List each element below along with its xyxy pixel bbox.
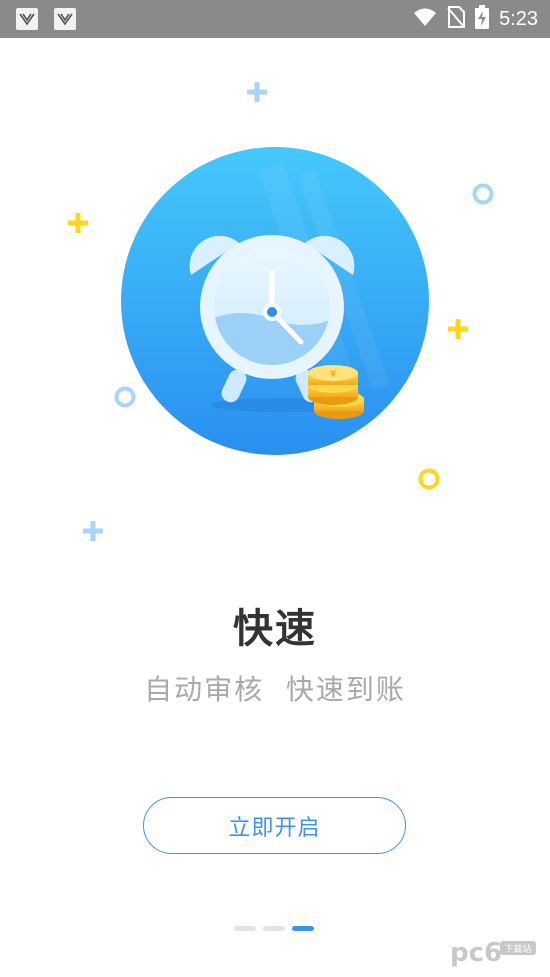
watermark-sub-text: 下载站 xyxy=(504,943,531,955)
plus-decoration-icon xyxy=(247,82,267,102)
clock-time: 5:23 xyxy=(499,7,538,30)
no-sim-icon xyxy=(447,6,466,32)
ring-decoration-icon xyxy=(472,183,494,205)
svg-text:¥: ¥ xyxy=(330,369,336,380)
wifi-icon xyxy=(413,7,437,31)
start-now-button[interactable]: 立即开启 xyxy=(143,797,406,854)
notification-app-icon xyxy=(54,8,76,30)
plus-decoration-icon xyxy=(448,319,468,339)
page-indicator-dot xyxy=(234,926,256,931)
page-indicator-dot-active xyxy=(292,926,314,931)
ring-decoration-icon xyxy=(418,468,440,490)
alarm-clock-illustration: ¥ xyxy=(121,147,429,455)
watermark-text: pc6 xyxy=(450,938,502,968)
feature-subtitle: 自动审核 快速到账 xyxy=(144,673,406,706)
feature-title: 快速 xyxy=(233,606,317,652)
page-indicator xyxy=(234,926,314,931)
page-indicator-dot xyxy=(263,926,285,931)
battery-charging-icon xyxy=(475,5,490,33)
notification-app-icon xyxy=(16,8,38,30)
pc6-watermark-logo: pc6 下载站 xyxy=(450,938,536,968)
status-bar: 5:23 xyxy=(0,0,550,38)
plus-decoration-icon xyxy=(83,521,103,541)
plus-decoration-icon xyxy=(68,213,88,233)
